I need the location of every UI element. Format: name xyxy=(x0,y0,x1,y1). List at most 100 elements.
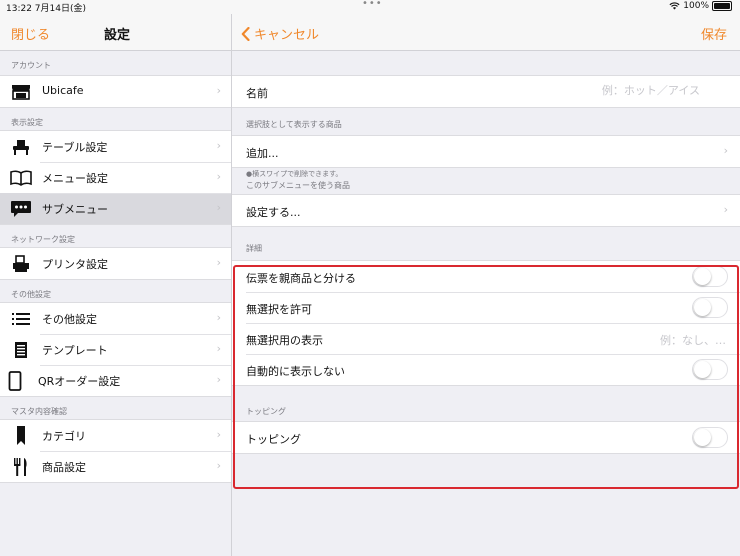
status-time: 13:22 7月14日(金) xyxy=(6,4,86,14)
section-header-choices: 選択肢として表示する商品 xyxy=(246,120,342,129)
sidebar-title: 設定 xyxy=(104,28,131,43)
sidebar-item-label: 商品設定 xyxy=(42,461,86,474)
cancel-label: キャンセル xyxy=(254,28,320,43)
table-icon xyxy=(9,138,33,156)
multitask-dots[interactable]: ••• xyxy=(362,0,383,9)
editor-navbar: キャンセル 保存 xyxy=(232,14,740,51)
toggle-knob xyxy=(694,299,711,316)
sidebar-item-submenu[interactable]: サブメニュー › xyxy=(0,193,231,224)
chevron-right-icon: › xyxy=(216,459,221,472)
sidebar-item-label: テンプレート xyxy=(42,344,108,357)
section-header-other: その他設定 xyxy=(11,290,51,299)
none-display-row[interactable]: 無選択用の表示 例：なし、… xyxy=(232,323,740,354)
separate-toggle[interactable] xyxy=(692,266,728,287)
chevron-right-icon: › xyxy=(723,203,728,216)
cancel-button[interactable]: キャンセル xyxy=(241,24,319,43)
name-label: 名前 xyxy=(246,87,268,100)
close-button[interactable]: 閉じる xyxy=(11,24,50,43)
sidebar-item-label: QRオーダー設定 xyxy=(38,375,121,388)
add-choice-row[interactable]: 追加... › xyxy=(232,136,740,167)
list-icon xyxy=(9,310,33,328)
chevron-right-icon: › xyxy=(216,201,221,214)
group-uses: 設定する... › xyxy=(232,194,740,227)
section-header-network: ネットワーク設定 xyxy=(11,235,75,244)
topping-row: トッピング xyxy=(232,422,740,453)
group-master: カテゴリ › 商品設定 › xyxy=(0,419,231,483)
topping-toggle[interactable] xyxy=(692,427,728,448)
group-detail: 伝票を親商品と分ける 無選択を許可 無選択用の表示 例：なし、… 自動的に表示し… xyxy=(232,260,740,386)
group-name: 名前 xyxy=(232,75,740,108)
status-right: 100% xyxy=(669,1,732,11)
sidebar-item-label: その他設定 xyxy=(42,313,97,326)
sidebar-item-other-settings[interactable]: その他設定 › xyxy=(0,303,231,334)
topping-label: トッピング xyxy=(246,433,301,446)
group-account: Ubicafe › xyxy=(0,75,231,108)
bookmark-icon xyxy=(9,426,33,445)
none-display-placeholder: 例：なし、… xyxy=(660,334,726,347)
section-header-account: アカウント xyxy=(11,61,51,70)
battery-percent: 100% xyxy=(683,1,709,11)
auto-hide-row: 自動的に表示しない xyxy=(232,354,740,385)
toggle-knob xyxy=(694,361,711,378)
chevron-right-icon: › xyxy=(216,428,221,441)
chevron-left-icon xyxy=(241,26,250,41)
save-button[interactable]: 保存 xyxy=(701,24,727,43)
fork-knife-icon xyxy=(9,458,33,476)
auto-hide-label: 自動的に表示しない xyxy=(246,365,345,378)
sidebar-navbar: 閉じる 設定 xyxy=(0,14,231,51)
allow-none-row: 無選択を許可 xyxy=(232,292,740,323)
toggle-knob xyxy=(694,429,711,446)
battery-icon xyxy=(712,1,732,11)
chevron-right-icon: › xyxy=(723,144,728,157)
status-bar: 13:22 7月14日(金) ••• 100% xyxy=(0,0,740,14)
sidebar-item-label: サブメニュー xyxy=(42,203,108,216)
tablet-icon xyxy=(3,371,27,391)
separate-slip-row: 伝票を親商品と分ける xyxy=(232,261,740,292)
sidebar-item-template[interactable]: テンプレート › xyxy=(0,334,231,365)
section-header-display: 表示設定 xyxy=(11,118,43,127)
wifi-icon xyxy=(669,2,680,10)
chevron-right-icon: › xyxy=(216,256,221,269)
chevron-right-icon: › xyxy=(216,84,221,97)
group-topping: トッピング xyxy=(232,421,740,454)
sidebar-item-menu-settings[interactable]: メニュー設定 › xyxy=(0,162,231,193)
group-display: テーブル設定 › メニュー設定 › サブメニュー › xyxy=(0,130,231,225)
document-icon xyxy=(9,341,33,359)
sidebar-item-product-settings[interactable]: 商品設定 › xyxy=(0,451,231,482)
store-icon xyxy=(9,83,33,101)
separate-label: 伝票を親商品と分ける xyxy=(246,272,356,285)
sidebar-item-table-settings[interactable]: テーブル設定 › xyxy=(0,131,231,162)
sidebar-item-label: プリンタ設定 xyxy=(42,258,108,271)
name-input[interactable] xyxy=(498,83,702,98)
set-products-row[interactable]: 設定する... › xyxy=(232,195,740,226)
chevron-right-icon: › xyxy=(216,373,221,386)
allow-none-toggle[interactable] xyxy=(692,297,728,318)
group-choices: 追加... › xyxy=(232,135,740,168)
add-label: 追加... xyxy=(246,147,279,160)
sidebar-item-label: テーブル設定 xyxy=(42,141,108,154)
auto-hide-toggle[interactable] xyxy=(692,359,728,380)
none-display-label: 無選択用の表示 xyxy=(246,334,323,347)
toggle-knob xyxy=(694,268,711,285)
group-network: プリンタ設定 › xyxy=(0,247,231,280)
sidebar-item-label: Ubicafe xyxy=(42,84,84,97)
chevron-right-icon: › xyxy=(216,139,221,152)
sidebar-item-category[interactable]: カテゴリ › xyxy=(0,420,231,451)
name-row: 名前 xyxy=(232,76,740,107)
chevron-right-icon: › xyxy=(216,170,221,183)
swipe-note: ●横スワイプで削除できます。 xyxy=(246,170,343,178)
section-header-topping: トッピング xyxy=(246,407,286,416)
sidebar-item-printer-settings[interactable]: プリンタ設定 › xyxy=(0,248,231,279)
chevron-right-icon: › xyxy=(216,342,221,355)
submenu-editor: キャンセル 保存 名前 選択肢として表示する商品 追加... › ●横スワイプで… xyxy=(232,14,740,556)
sidebar-item-ubicafe[interactable]: Ubicafe › xyxy=(0,76,231,107)
set-label: 設定する... xyxy=(246,206,301,219)
section-header-detail: 詳細 xyxy=(246,244,262,253)
sidebar-item-label: カテゴリ xyxy=(42,430,86,443)
section-header-uses: このサブメニューを使う商品 xyxy=(246,181,350,190)
chat-dots-icon xyxy=(9,200,33,218)
book-icon xyxy=(9,169,33,187)
sidebar-item-qr-order-settings[interactable]: QRオーダー設定 › xyxy=(0,365,231,396)
group-other: その他設定 › テンプレート › QRオーダー設定 › xyxy=(0,302,231,397)
